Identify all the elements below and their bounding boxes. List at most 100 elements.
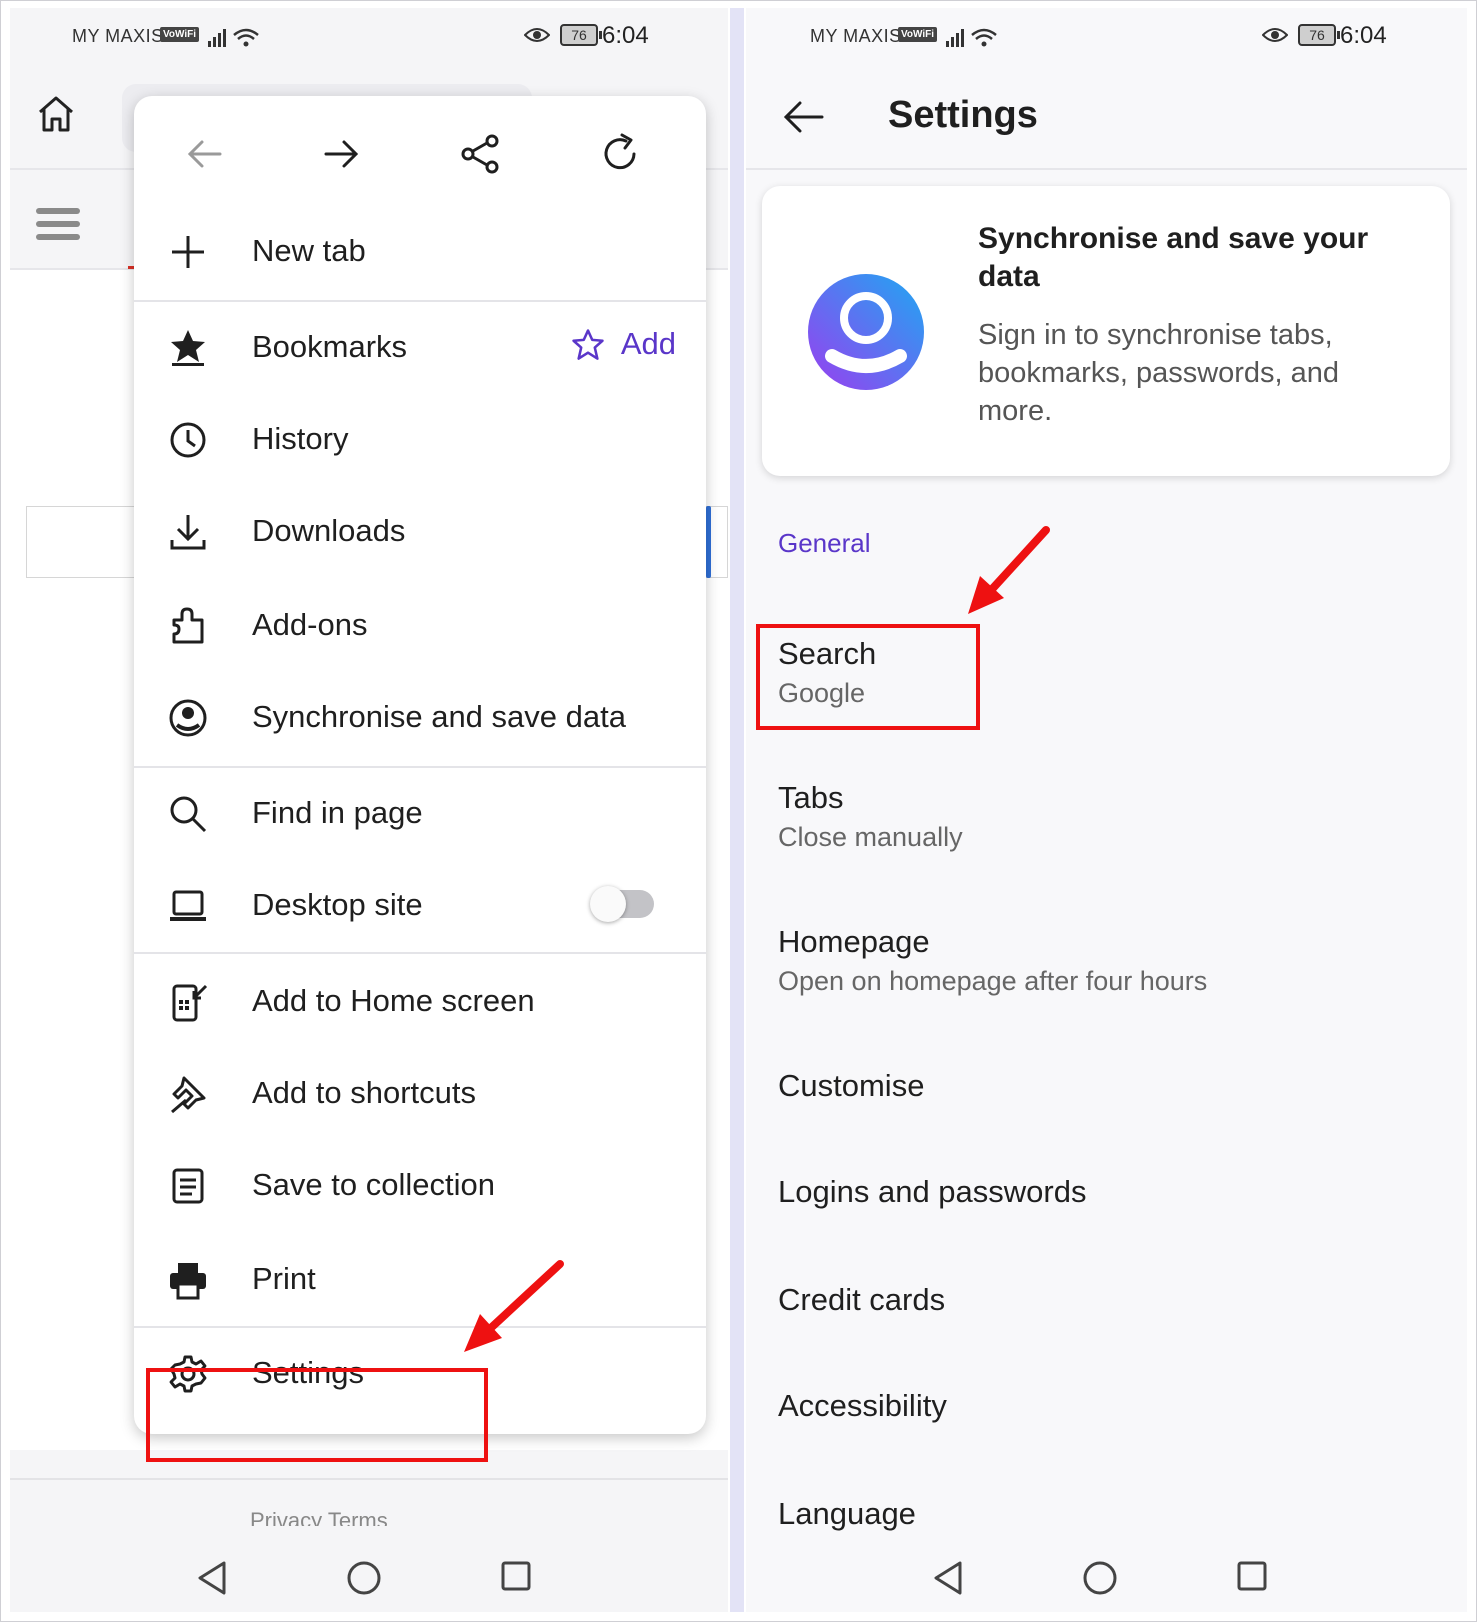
add-bookmark-label: Add: [620, 326, 676, 361]
menu-item-label: Add to Home screen: [252, 983, 535, 1018]
settings-item-homepage[interactable]: Homepage Open on homepage after four hou…: [778, 924, 1438, 997]
menu-item-label: History: [252, 421, 349, 456]
menu-item-label: Bookmarks: [252, 329, 408, 364]
menu-item-add-ons[interactable]: Add-ons: [134, 586, 706, 666]
page-footer-links[interactable]: Privacy Terms: [250, 1508, 388, 1526]
menu-item-sync[interactable]: Synchronise and save data: [134, 678, 706, 758]
browser-menu-screen: MY MAXIS VoWiFi 76 6:04 Privacy Terms Ne…: [10, 8, 728, 1612]
back-icon[interactable]: [182, 132, 226, 176]
plus-icon: [172, 236, 204, 268]
clock: 6:04: [1340, 22, 1387, 49]
vowifi-badge: VoWiFi: [898, 27, 938, 42]
annotation-arrow-icon: [968, 526, 1050, 614]
battery-indicator: 76: [1298, 24, 1340, 46]
menu-item-print[interactable]: Print: [134, 1240, 706, 1320]
panel-divider: [730, 8, 744, 1612]
signal-wifi-icon: [208, 28, 259, 47]
browser-overflow-menu: New tab Bookmarks Add History Downloads: [134, 96, 706, 1434]
page-search-button[interactable]: [706, 506, 711, 578]
menu-item-desktop-site[interactable]: Desktop site: [134, 866, 706, 946]
laptop-icon: [170, 890, 206, 921]
menu-separator: [134, 1326, 706, 1328]
battery-indicator: 76: [560, 24, 602, 46]
settings-item-title: Customise: [778, 1068, 925, 1103]
settings-item-tabs[interactable]: Tabs Close manually: [778, 780, 1438, 853]
search-icon: [170, 796, 207, 833]
add-bookmark-button[interactable]: Add: [572, 326, 676, 362]
reload-icon[interactable]: [598, 132, 642, 176]
status-bar: MY MAXIS VoWiFi 76 6:04: [10, 8, 728, 64]
toggle-knob: [590, 886, 626, 922]
menu-nav-row: [134, 96, 706, 206]
settings-item-language[interactable]: Language: [778, 1496, 1438, 1536]
nav-recents-icon[interactable]: [1236, 1560, 1268, 1592]
settings-screen: MY MAXIS VoWiFi 76 6:04 Settings Synchro…: [746, 8, 1467, 1612]
home-icon[interactable]: [36, 94, 76, 134]
menu-item-downloads[interactable]: Downloads: [134, 492, 706, 572]
settings-item-title: Tabs: [778, 780, 844, 815]
nav-home-icon[interactable]: [1082, 1560, 1118, 1596]
collection-icon: [172, 1168, 204, 1204]
settings-item-subtitle: Close manually: [778, 822, 963, 852]
hamburger-icon[interactable]: [36, 208, 82, 244]
menu-item-find-in-page[interactable]: Find in page: [134, 774, 706, 854]
menu-item-label: Print: [252, 1261, 316, 1296]
settings-item-customise[interactable]: Customise: [778, 1068, 1438, 1104]
menu-item-label: Downloads: [252, 513, 406, 548]
menu-item-label: Save to collection: [252, 1167, 495, 1202]
nav-home-icon[interactable]: [346, 1560, 382, 1596]
page-title: Settings: [888, 94, 1038, 136]
bookmark-star-icon: [171, 330, 205, 366]
nav-recents-icon[interactable]: [500, 1560, 532, 1592]
nav-back-icon[interactable]: [196, 1560, 228, 1596]
menu-item-history[interactable]: History: [134, 400, 706, 480]
menu-separator: [134, 766, 706, 768]
system-nav-bar: [10, 1538, 728, 1612]
nav-back-icon[interactable]: [932, 1560, 964, 1596]
status-bar: MY MAXIS VoWiFi 76 6:04: [746, 8, 1467, 64]
sync-card-title: Synchronise and save your data: [978, 222, 1369, 293]
menu-item-label: Find in page: [252, 795, 423, 830]
carrier-label: MY MAXIS: [810, 26, 902, 46]
section-header-general: General: [778, 528, 871, 558]
menu-item-label: Synchronise and save data: [252, 699, 626, 734]
eye-icon: [524, 28, 550, 42]
menu-item-save-to-collection[interactable]: Save to collection: [134, 1146, 706, 1226]
system-nav-bar: [746, 1538, 1467, 1612]
carrier-label: MY MAXIS: [72, 26, 164, 46]
settings-app-bar: Settings: [746, 64, 1467, 170]
share-icon[interactable]: [458, 132, 502, 176]
settings-item-title: Homepage: [778, 924, 930, 959]
pin-icon: [171, 1076, 206, 1114]
menu-item-add-to-home-screen[interactable]: Add to Home screen: [134, 962, 706, 1042]
menu-item-label: Add to shortcuts: [252, 1075, 477, 1110]
menu-separator: [134, 952, 706, 954]
menu-item-add-to-shortcuts[interactable]: Add to shortcuts: [134, 1054, 706, 1134]
sync-account-card[interactable]: Synchronise and save your data Sign in t…: [762, 186, 1450, 476]
menu-separator: [134, 300, 706, 302]
clock-icon: [170, 422, 206, 458]
settings-highlight-box: [146, 1368, 488, 1462]
search-highlight-box: [756, 624, 980, 730]
menu-item-label: New tab: [252, 233, 366, 268]
printer-icon: [170, 1263, 206, 1300]
menu-item-label: Add-ons: [252, 607, 368, 642]
menu-item-new-tab[interactable]: New tab: [134, 212, 706, 292]
star-outline-icon: [572, 329, 604, 360]
settings-item-logins[interactable]: Logins and passwords: [778, 1174, 1438, 1210]
back-arrow-icon[interactable]: [782, 100, 824, 134]
forward-icon[interactable]: [320, 132, 364, 176]
settings-item-title: Accessibility: [778, 1388, 947, 1423]
puzzle-icon: [172, 607, 204, 644]
menu-item-bookmarks[interactable]: Bookmarks Add: [134, 308, 706, 388]
desktop-site-toggle[interactable]: [590, 886, 654, 922]
clock: 6:04: [602, 22, 649, 49]
settings-item-accessibility[interactable]: Accessibility: [778, 1388, 1438, 1424]
account-icon: [169, 699, 207, 737]
annotation-arrow-icon: [464, 1260, 564, 1352]
menu-item-label: Desktop site: [252, 887, 423, 922]
add-to-home-icon: [172, 984, 208, 1022]
settings-item-title: Logins and passwords: [778, 1174, 1087, 1209]
eye-icon: [1262, 28, 1288, 42]
settings-item-credit-cards[interactable]: Credit cards: [778, 1282, 1438, 1318]
